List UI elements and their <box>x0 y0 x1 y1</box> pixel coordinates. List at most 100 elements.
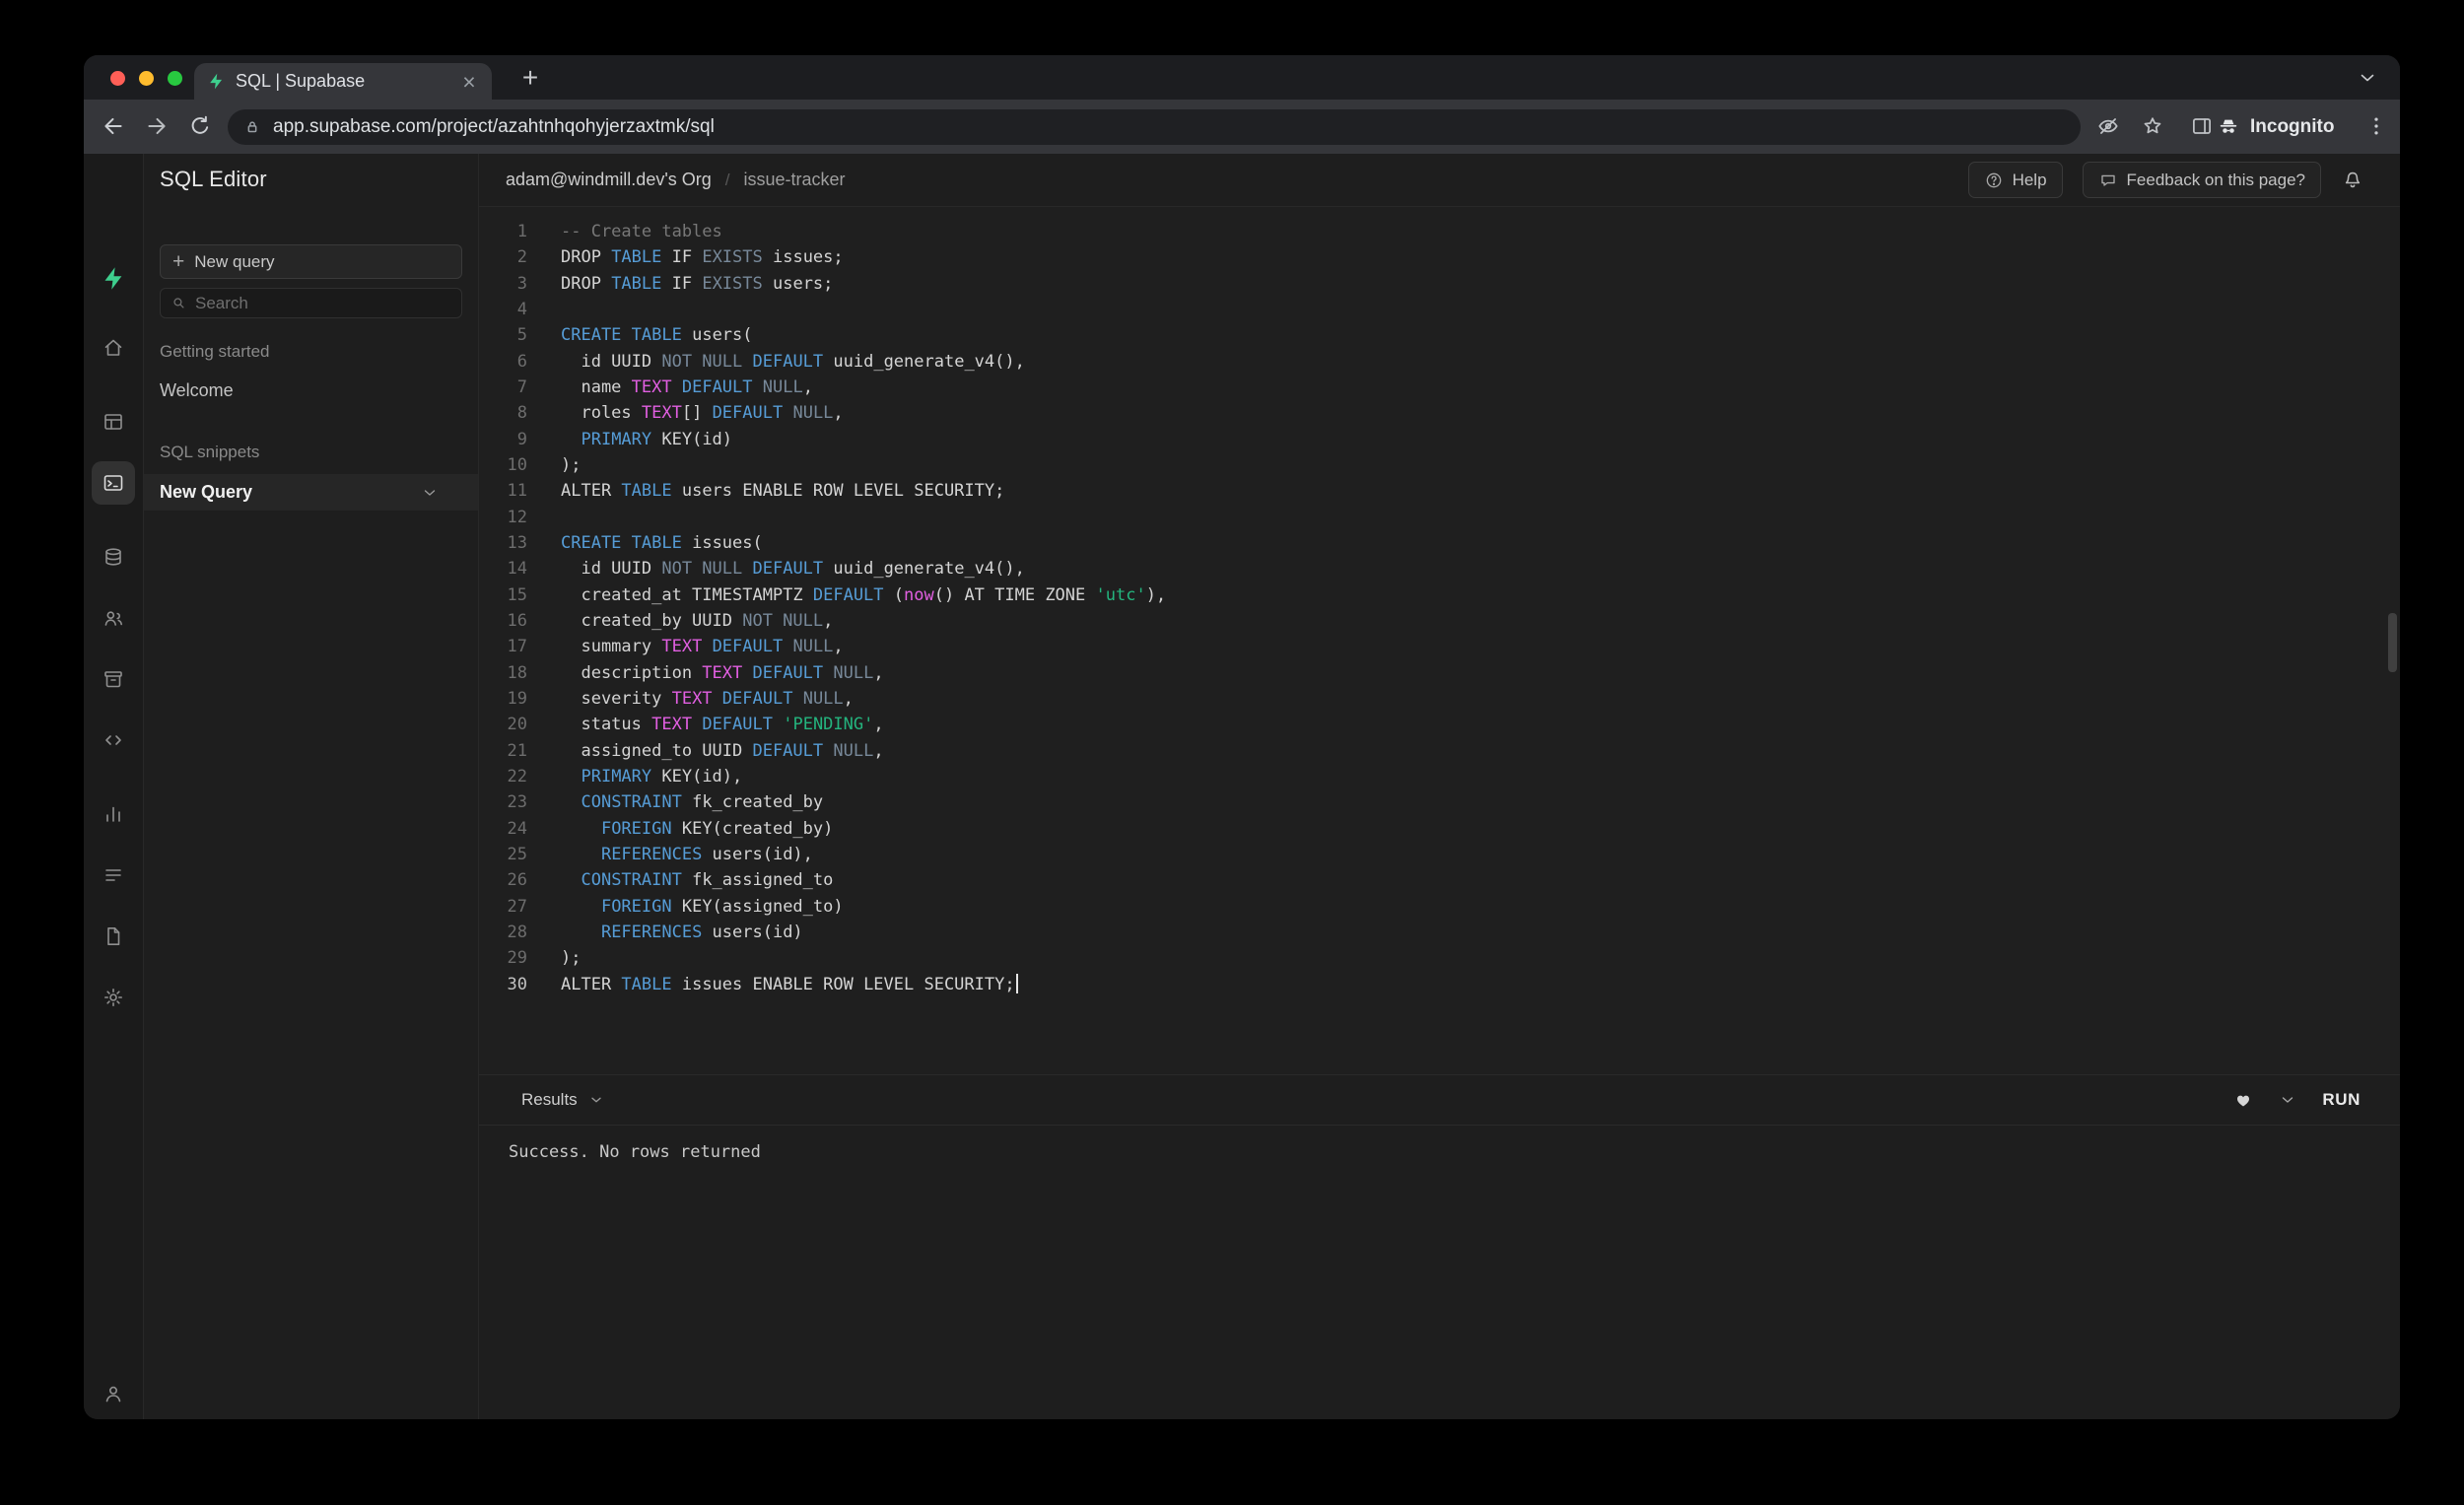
code-line: CONSTRAINT fk_created_by <box>561 789 1166 815</box>
url-text: app.supabase.com/project/azahtnhqohyjerz… <box>273 116 715 138</box>
sidebar-item-welcome[interactable]: Welcome <box>160 380 234 401</box>
editor-scrollbar[interactable] <box>2388 613 2397 672</box>
code-line: FOREIGN KEY(created_by) <box>561 816 1166 842</box>
line-number: 23 <box>479 789 527 815</box>
sql-code-editor[interactable]: 1234567891011121314151617181920212223242… <box>479 207 2400 1074</box>
rail-item-database[interactable] <box>92 535 135 579</box>
code-line: CONSTRAINT fk_assigned_to <box>561 867 1166 893</box>
line-number: 4 <box>479 297 527 322</box>
search-box[interactable] <box>160 288 462 318</box>
code-line <box>561 297 1166 322</box>
help-button[interactable]: Help <box>1968 162 2063 198</box>
breadcrumb-org[interactable]: adam@windmill.dev's Org <box>506 170 712 190</box>
code-line: created_at TIMESTAMPTZ DEFAULT (now() AT… <box>561 582 1166 608</box>
feedback-button[interactable]: Feedback on this page? <box>2083 162 2321 198</box>
eye-off-icon[interactable] <box>2095 113 2121 139</box>
address-bar[interactable]: app.supabase.com/project/azahtnhqohyjerz… <box>228 109 2081 145</box>
code-line: PRIMARY KEY(id) <box>561 427 1166 452</box>
close-window-button[interactable] <box>110 71 125 86</box>
line-number: 19 <box>479 686 527 712</box>
forward-button[interactable] <box>144 113 170 139</box>
rail-item-logs[interactable] <box>92 854 135 897</box>
line-number: 20 <box>479 712 527 737</box>
breadcrumb-separator: / <box>725 171 730 190</box>
side-panel-icon[interactable] <box>2189 113 2215 139</box>
line-number: 12 <box>479 505 527 530</box>
run-options-chevron-icon[interactable] <box>2279 1091 2296 1109</box>
line-number: 5 <box>479 322 527 348</box>
zoom-window-button[interactable] <box>168 71 182 86</box>
header-actions: Help Feedback on this page? <box>1968 154 2400 206</box>
bookmark-star-icon[interactable] <box>2140 113 2165 139</box>
list-icon <box>102 863 125 887</box>
minimize-window-button[interactable] <box>139 71 154 86</box>
code-line: DROP TABLE IF EXISTS users; <box>561 271 1166 297</box>
sidebar-item-new-query-label: New Query <box>160 482 421 503</box>
incognito-badge[interactable]: Incognito <box>2216 111 2334 142</box>
line-number: 1 <box>479 219 527 244</box>
breadcrumb-project[interactable]: issue-tracker <box>744 170 846 190</box>
terminal-icon <box>102 471 125 495</box>
results-toolbar: Results RUN <box>479 1074 2400 1126</box>
rail-item-authentication[interactable] <box>92 596 135 640</box>
reload-button[interactable] <box>187 113 213 139</box>
back-button[interactable] <box>101 113 126 139</box>
code-line: CREATE TABLE users( <box>561 322 1166 348</box>
line-number: 18 <box>479 660 527 686</box>
line-number: 13 <box>479 530 527 556</box>
section-label-sql-snippets: SQL snippets <box>160 443 259 462</box>
sql-editor-sidebar: SQL Editor + New query Getting started W… <box>144 154 479 1419</box>
rail-item-storage[interactable] <box>92 657 135 701</box>
tab-strip: SQL | Supabase × + <box>84 55 2400 100</box>
supabase-favicon-icon <box>207 72 226 91</box>
notifications-bell-icon[interactable] <box>2341 169 2364 192</box>
chevron-down-icon <box>421 484 439 502</box>
line-number: 25 <box>479 842 527 867</box>
code-line: created_by UUID NOT NULL, <box>561 608 1166 634</box>
line-number: 29 <box>479 945 527 971</box>
code-line: summary TEXT DEFAULT NULL, <box>561 634 1166 659</box>
incognito-label: Incognito <box>2250 116 2334 138</box>
tab-search-chevron-icon[interactable] <box>2357 67 2378 89</box>
search-input[interactable] <box>195 294 451 313</box>
new-query-button[interactable]: + New query <box>160 244 462 279</box>
rail-item-sql-editor[interactable] <box>92 461 135 505</box>
speech-bubble-icon <box>2098 171 2118 190</box>
code-line: id UUID NOT NULL DEFAULT uuid_generate_v… <box>561 556 1166 581</box>
breadcrumb: adam@windmill.dev's Org / issue-tracker <box>506 154 846 206</box>
code-line <box>561 505 1166 530</box>
account-icon[interactable] <box>84 1382 143 1405</box>
code-line: ); <box>561 452 1166 478</box>
results-toggle[interactable]: Results <box>521 1090 604 1110</box>
code-line: -- Create tables <box>561 219 1166 244</box>
tab-close-icon[interactable]: × <box>459 72 479 92</box>
rail-item-docs[interactable] <box>92 915 135 958</box>
line-number: 9 <box>479 427 527 452</box>
rail-item-table-editor[interactable] <box>92 400 135 444</box>
code-line: roles TEXT[] DEFAULT NULL, <box>561 400 1166 426</box>
nav-rail <box>84 154 144 1419</box>
browser-tab[interactable]: SQL | Supabase × <box>194 63 492 100</box>
rail-item-settings[interactable] <box>92 976 135 1019</box>
document-icon <box>102 924 125 948</box>
code-line: severity TEXT DEFAULT NULL, <box>561 686 1166 712</box>
plus-icon: + <box>172 251 184 272</box>
line-number: 3 <box>479 271 527 297</box>
code-line: REFERENCES users(id) <box>561 920 1166 945</box>
bar-chart-icon <box>102 802 125 826</box>
line-number: 24 <box>479 816 527 842</box>
supabase-logo-icon[interactable] <box>84 265 143 292</box>
rail-item-home[interactable] <box>92 326 135 370</box>
rail-item-reports[interactable] <box>92 792 135 836</box>
new-tab-button[interactable]: + <box>515 64 545 94</box>
database-icon <box>102 545 125 569</box>
lock-icon <box>242 117 262 137</box>
run-button[interactable]: RUN <box>2322 1090 2361 1110</box>
rail-item-api[interactable] <box>92 718 135 762</box>
browser-menu-dots-icon[interactable] <box>2363 113 2389 139</box>
code-line: ); <box>561 945 1166 971</box>
feedback-button-label: Feedback on this page? <box>2127 171 2305 190</box>
favorite-heart-icon[interactable] <box>2233 1090 2253 1110</box>
sidebar-item-new-query[interactable]: New Query <box>144 474 478 511</box>
help-button-label: Help <box>2013 171 2047 190</box>
